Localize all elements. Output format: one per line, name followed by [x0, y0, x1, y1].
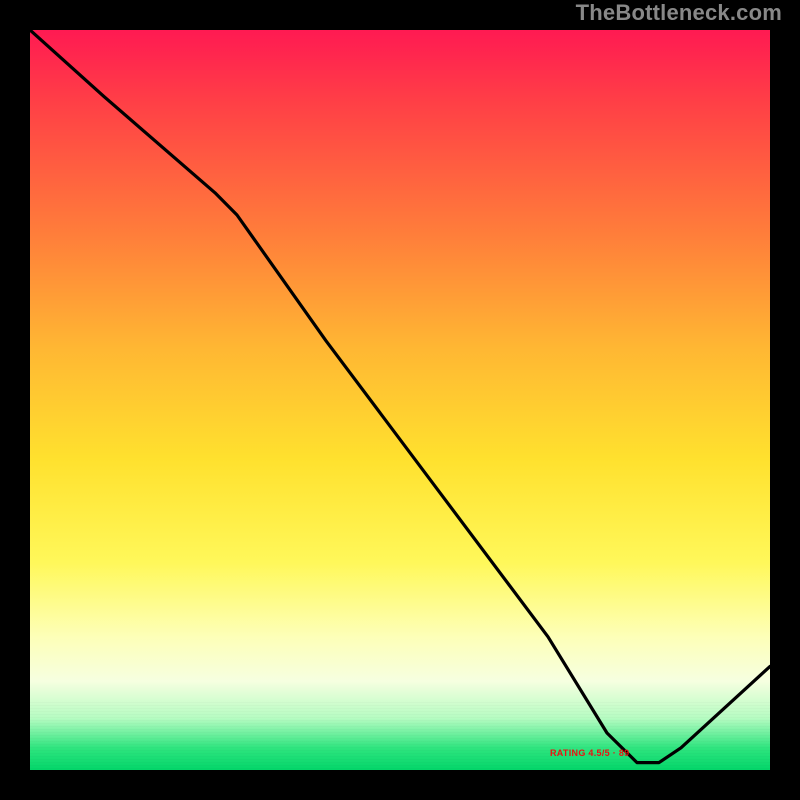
plot-area: RATING 4.5/5 · 89 [30, 30, 770, 770]
valley-annotation: RATING 4.5/5 · 89 [550, 748, 629, 758]
bottleneck-curve [30, 30, 770, 763]
curve-svg [30, 30, 770, 770]
chart-frame: TheBottleneck.com RATING 4.5/5 · 89 [0, 0, 800, 800]
watermark-text: TheBottleneck.com [576, 0, 782, 26]
